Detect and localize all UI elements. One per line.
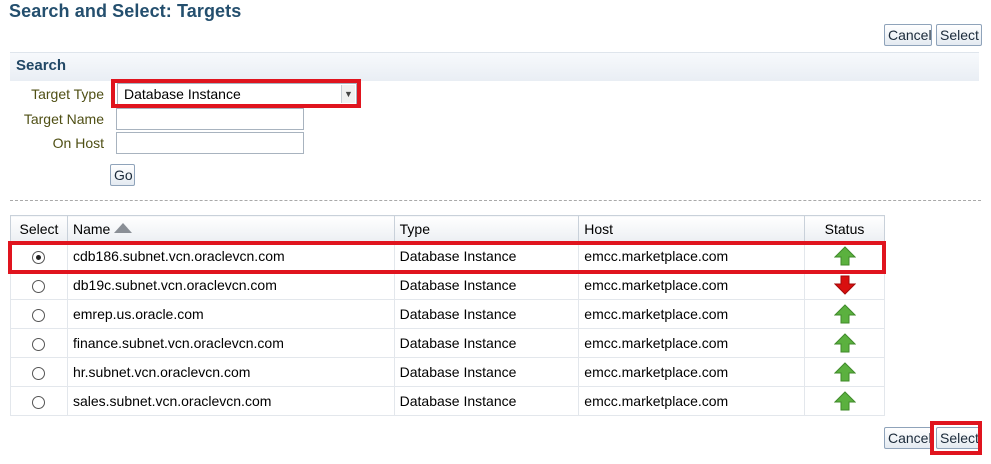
on-host-input[interactable]: [116, 132, 304, 154]
row-radio-button[interactable]: [32, 308, 46, 322]
table-row[interactable]: hr.subnet.vcn.oraclevcn.com Database Ins…: [10, 357, 885, 387]
results-table: Select Name Type Host Status cdb186.subn…: [10, 215, 885, 416]
row-host: emcc.marketplace.com: [578, 270, 806, 300]
table-row[interactable]: emrep.us.oracle.com Database Instance em…: [10, 299, 885, 329]
table-row[interactable]: db19c.subnet.vcn.oraclevcn.com Database …: [10, 270, 885, 300]
column-header-status: Status: [804, 215, 885, 242]
arrow-up-icon: [833, 246, 856, 266]
row-radio-button[interactable]: [32, 250, 46, 264]
cancel-button-top[interactable]: Cancel: [884, 24, 932, 46]
arrow-up-icon: [833, 304, 856, 324]
target-name-input[interactable]: [116, 108, 304, 130]
target-type-label: Target Type: [31, 86, 104, 102]
row-radio-button[interactable]: [32, 337, 46, 351]
arrow-up-icon: [833, 391, 856, 411]
row-radio-button[interactable]: [32, 279, 46, 293]
target-type-select[interactable]: Database Instance ▼: [117, 83, 357, 105]
row-name: db19c.subnet.vcn.oraclevcn.com: [66, 270, 395, 300]
column-header-select: Select: [10, 215, 68, 242]
row-host: emcc.marketplace.com: [578, 299, 806, 329]
table-row[interactable]: sales.subnet.vcn.oraclevcn.com Database …: [10, 386, 885, 416]
row-name: finance.subnet.vcn.oraclevcn.com: [66, 328, 395, 358]
table-header-row: Select Name Type Host Status: [10, 215, 885, 242]
section-divider: [10, 200, 981, 201]
row-radio-button[interactable]: [32, 366, 46, 380]
cancel-button-bottom[interactable]: Cancel: [884, 427, 932, 449]
row-name: emrep.us.oracle.com: [66, 299, 395, 329]
column-header-name[interactable]: Name: [66, 215, 395, 242]
row-name: sales.subnet.vcn.oraclevcn.com: [66, 386, 395, 416]
row-type: Database Instance: [393, 270, 580, 300]
row-type: Database Instance: [393, 357, 580, 387]
go-button[interactable]: Go: [110, 164, 135, 186]
table-row[interactable]: cdb186.subnet.vcn.oraclevcn.com Database…: [10, 241, 885, 271]
row-name: hr.subnet.vcn.oraclevcn.com: [66, 357, 395, 387]
sort-ascending-icon[interactable]: [114, 222, 133, 233]
search-section-header: Search: [10, 52, 979, 81]
row-type: Database Instance: [393, 299, 580, 329]
on-host-label: On Host: [52, 135, 104, 151]
row-host: emcc.marketplace.com: [578, 357, 806, 387]
row-type: Database Instance: [393, 328, 580, 358]
chevron-down-icon: ▼: [341, 85, 355, 103]
target-type-value: Database Instance: [124, 86, 241, 102]
target-name-label: Target Name: [23, 111, 104, 127]
row-name: cdb186.subnet.vcn.oraclevcn.com: [66, 241, 395, 271]
search-heading: Search: [16, 57, 67, 74]
row-host: emcc.marketplace.com: [578, 241, 806, 271]
arrow-up-icon: [833, 362, 856, 382]
arrow-down-icon: [833, 275, 856, 295]
row-radio-button[interactable]: [32, 395, 46, 409]
column-header-host: Host: [578, 215, 806, 242]
row-type: Database Instance: [393, 241, 580, 271]
arrow-up-icon: [833, 333, 856, 353]
select-button-top[interactable]: Select: [936, 24, 982, 46]
row-host: emcc.marketplace.com: [578, 328, 806, 358]
row-type: Database Instance: [393, 386, 580, 416]
column-header-name-label: Name: [72, 220, 111, 237]
table-row[interactable]: finance.subnet.vcn.oraclevcn.com Databas…: [10, 328, 885, 358]
row-host: emcc.marketplace.com: [578, 386, 806, 416]
select-button-bottom[interactable]: Select: [936, 427, 982, 449]
column-header-type: Type: [393, 215, 580, 242]
page-title: Search and Select: Targets: [9, 1, 242, 21]
